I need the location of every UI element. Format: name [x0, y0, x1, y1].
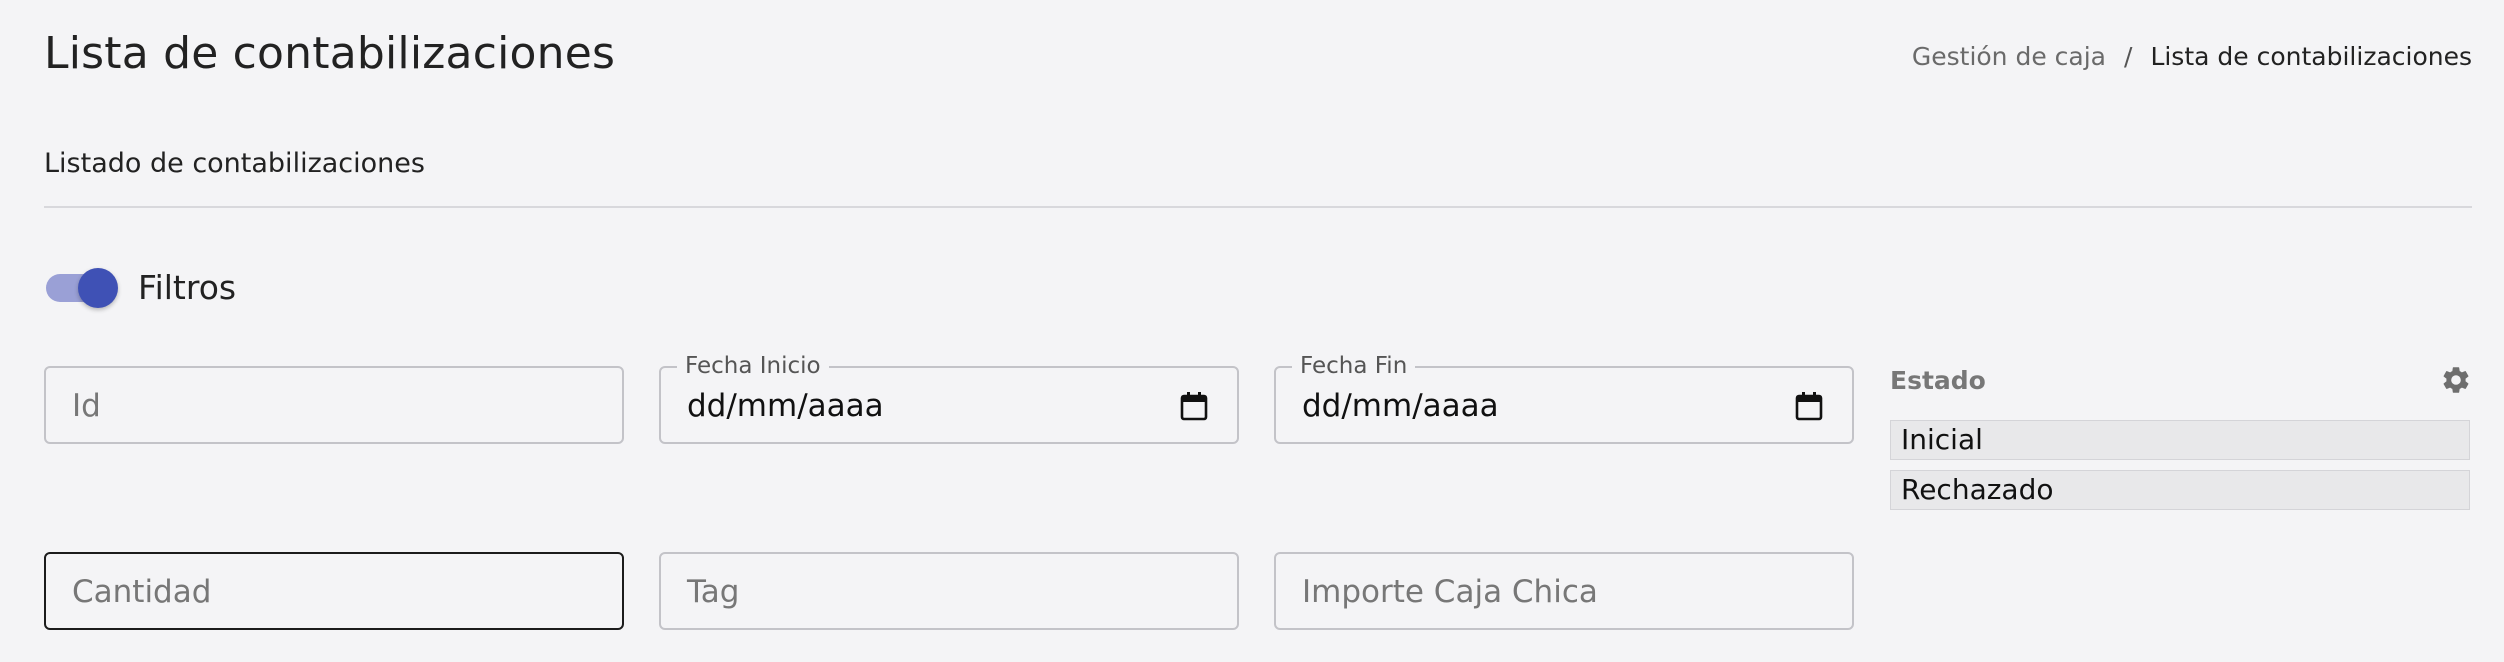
page: Lista de contabilizaciones Gestión de ca…	[0, 0, 2504, 662]
breadcrumb-separator: /	[2124, 42, 2133, 71]
estado-option-rechazado[interactable]: Rechazado	[1890, 470, 2470, 510]
fecha-inicio-label: Fecha Inicio	[677, 353, 829, 379]
filters-toggle-label: Filtros	[138, 268, 237, 307]
cantidad-field[interactable]: Cantidad	[44, 552, 624, 630]
calendar-icon[interactable]	[1794, 390, 1824, 422]
tag-field[interactable]: Tag	[659, 552, 1239, 630]
section-title: Listado de contabilizaciones	[44, 148, 425, 179]
cantidad-field-placeholder: Cantidad	[72, 574, 212, 610]
breadcrumb: Gestión de caja / Lista de contabilizaci…	[1912, 42, 2472, 71]
id-field-placeholder: Id	[72, 388, 101, 424]
fecha-fin-label: Fecha Fin	[1292, 353, 1416, 379]
id-field[interactable]: Id	[44, 366, 624, 444]
filters-toggle[interactable]	[44, 266, 120, 310]
fecha-inicio-value: dd/mm/aaaa	[687, 388, 884, 424]
estado-option-inicial[interactable]: Inicial	[1890, 420, 2470, 460]
importe-caja-chica-field[interactable]: Importe Caja Chica	[1274, 552, 1854, 630]
toggle-thumb	[78, 268, 118, 308]
page-title: Lista de contabilizaciones	[44, 28, 616, 79]
gear-icon[interactable]	[2440, 364, 2472, 396]
calendar-icon[interactable]	[1179, 390, 1209, 422]
tag-field-placeholder: Tag	[687, 574, 740, 610]
importe-caja-chica-placeholder: Importe Caja Chica	[1302, 574, 1598, 610]
fecha-inicio-field[interactable]: Fecha Inicio dd/mm/aaaa	[659, 353, 1239, 444]
breadcrumb-current: Lista de contabilizaciones	[2150, 42, 2472, 71]
breadcrumb-link-gestion-caja[interactable]: Gestión de caja	[1912, 42, 2106, 71]
estado-label: Estado	[1890, 366, 1986, 395]
fecha-fin-field[interactable]: Fecha Fin dd/mm/aaaa	[1274, 353, 1854, 444]
divider	[44, 206, 2472, 208]
fecha-fin-value: dd/mm/aaaa	[1302, 388, 1499, 424]
